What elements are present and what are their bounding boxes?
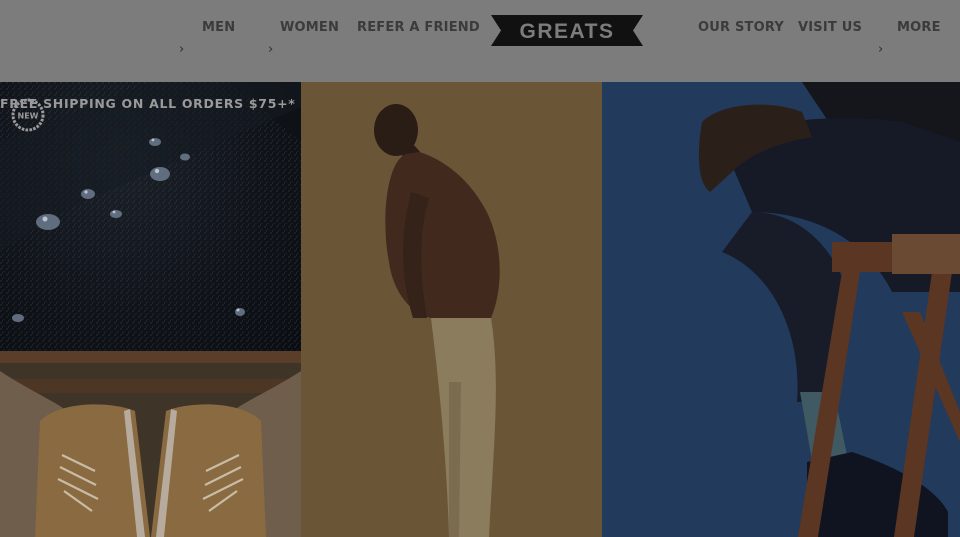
seated-man-illustration (602, 82, 960, 537)
nav-visit-us[interactable]: VISIT US (798, 20, 862, 35)
nav-refer-a-friend[interactable]: REFER A FRIEND (357, 20, 480, 35)
product-image-tan-sneakers[interactable] (0, 351, 301, 537)
nav-more[interactable]: MORE (897, 20, 941, 35)
chevron-right-icon[interactable]: › (878, 42, 883, 57)
nav-women[interactable]: WOMEN (280, 20, 339, 35)
lookbook-image-man-brown-jacket[interactable] (301, 82, 602, 537)
chevron-right-icon[interactable]: › (268, 42, 273, 57)
greats-logo[interactable]: GREATS (491, 15, 643, 46)
site-header: MEN › WOMEN › REFER A FRIEND GREATS OUR … (0, 0, 960, 82)
nav-our-story[interactable]: OUR STORY (698, 20, 784, 35)
man-illustration (301, 82, 602, 537)
chevron-right-icon[interactable]: › (179, 42, 184, 57)
new-badge-icon: NEW (11, 98, 45, 132)
logo-text: GREATS (520, 20, 615, 43)
sneakers-illustration (0, 351, 301, 537)
lookbook-image-seated-man-boots[interactable] (602, 82, 960, 537)
new-badge-label: NEW (18, 112, 39, 121)
nav-men[interactable]: MEN (202, 20, 235, 35)
